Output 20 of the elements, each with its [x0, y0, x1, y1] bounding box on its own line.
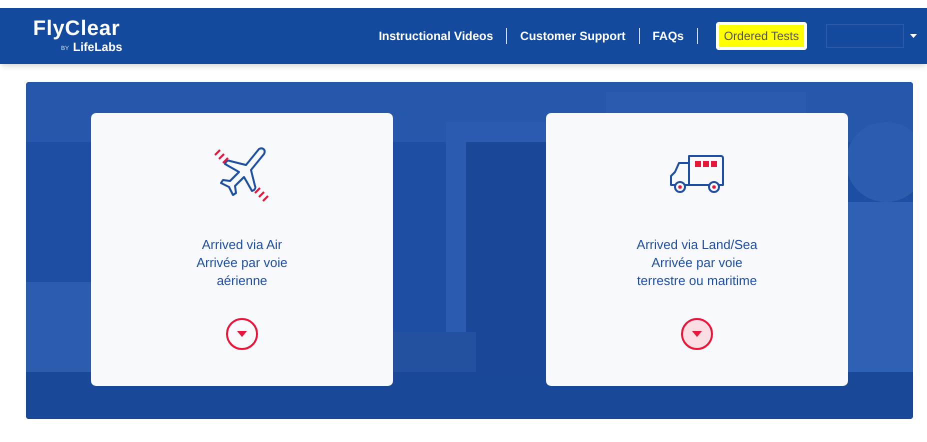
expand-button[interactable]: [226, 318, 258, 350]
option-label: Arrivée par voie: [651, 254, 743, 272]
expand-button[interactable]: [681, 318, 713, 350]
nav-link[interactable]: Instructional Videos: [366, 28, 508, 44]
logo-title: FlyClear: [33, 18, 120, 40]
caret-down-icon: [692, 331, 702, 337]
option-label: Arrivée par voie: [196, 254, 288, 272]
truck-icon: [669, 153, 725, 195]
caret-down-icon: [237, 331, 247, 337]
option-card[interactable]: Arrived via Land/Sea Arrivée par voie terrestre ou maritime: [546, 113, 848, 386]
option-label: Arrived via Air: [202, 236, 282, 254]
nav-link[interactable]: Customer Support: [507, 28, 640, 44]
option-label: terrestre ou maritime: [637, 272, 757, 290]
option-label: aérienne: [216, 272, 268, 290]
nav-link[interactable]: FAQs: [640, 28, 698, 44]
option-card[interactable]: Arrived via Air Arrivée par voie aérienne: [91, 113, 393, 386]
option-label: Arrived via Land/Sea: [636, 236, 758, 254]
logo-brand: LifeLabs: [73, 40, 122, 54]
caret-icon: [910, 34, 917, 38]
ordered-tests-button[interactable]: Ordered Tests: [716, 22, 807, 50]
